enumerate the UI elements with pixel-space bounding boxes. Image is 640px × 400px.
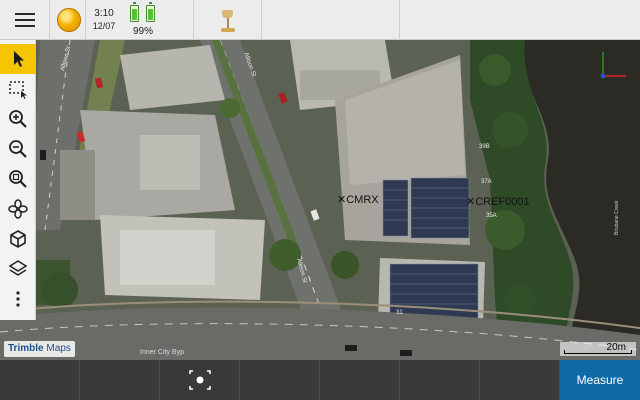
logo-brand: Trimble <box>8 343 44 354</box>
point-name: CMRX <box>346 194 379 206</box>
logo-suffix: Maps <box>46 343 71 354</box>
measure-button[interactable]: Measure <box>560 360 640 400</box>
select-arrow-icon[interactable] <box>0 44 36 74</box>
battery-icon <box>146 2 155 22</box>
clock: 3:10 12/07 <box>86 0 122 40</box>
zoom-out-icon[interactable] <box>0 134 36 164</box>
river-label: Brisbane Creek <box>614 200 620 235</box>
battery-status[interactable]: 99% <box>124 0 194 40</box>
softkey[interactable] <box>80 360 160 400</box>
gnss-receiver-icon[interactable] <box>194 0 262 40</box>
softkey[interactable] <box>480 360 560 400</box>
globe-icon[interactable] <box>50 0 86 40</box>
gps-locate-button[interactable] <box>160 360 240 400</box>
address-label: 37A <box>481 179 492 185</box>
softkey[interactable] <box>240 360 320 400</box>
status-bar: 3:10 12/07 99% <box>0 0 640 40</box>
zoom-extents-icon[interactable] <box>0 164 36 194</box>
locate-icon <box>189 370 211 390</box>
battery-icon <box>130 2 139 22</box>
aerial-imagery <box>0 40 640 360</box>
layers-icon[interactable] <box>0 254 36 284</box>
scale-bar: 20m <box>560 342 636 356</box>
address-label: 39B <box>479 144 490 150</box>
point-name: CREF0001 <box>475 196 530 208</box>
time-text: 3:10 <box>94 8 114 19</box>
menu-icon[interactable] <box>0 0 50 40</box>
pan-icon[interactable] <box>0 194 36 224</box>
zoom-in-icon[interactable] <box>0 104 36 134</box>
point-label[interactable]: ✕CREF0001 <box>466 195 530 208</box>
address-label: 31 <box>396 310 403 316</box>
softkey[interactable] <box>320 360 400 400</box>
select-rectangle-icon[interactable] <box>0 74 36 104</box>
battery-percent: 99% <box>132 26 153 37</box>
softkey[interactable] <box>0 360 80 400</box>
3d-view-icon[interactable] <box>0 224 36 254</box>
softkey[interactable] <box>400 360 480 400</box>
date-text: 12/07 <box>92 21 116 31</box>
status-slot <box>262 0 400 40</box>
trimble-maps-logo: Trimble Maps <box>4 341 75 357</box>
road-label: Inner City Byp <box>140 349 184 356</box>
address-label: 35A <box>486 213 497 219</box>
bottom-bar: Measure <box>0 360 640 400</box>
map-toolbar <box>0 40 36 320</box>
more-icon[interactable] <box>0 284 36 314</box>
map-view[interactable]: ✕CMRX ✕CREF0001 Allison St Allison St Al… <box>0 40 640 360</box>
point-label[interactable]: ✕CMRX <box>337 193 379 206</box>
